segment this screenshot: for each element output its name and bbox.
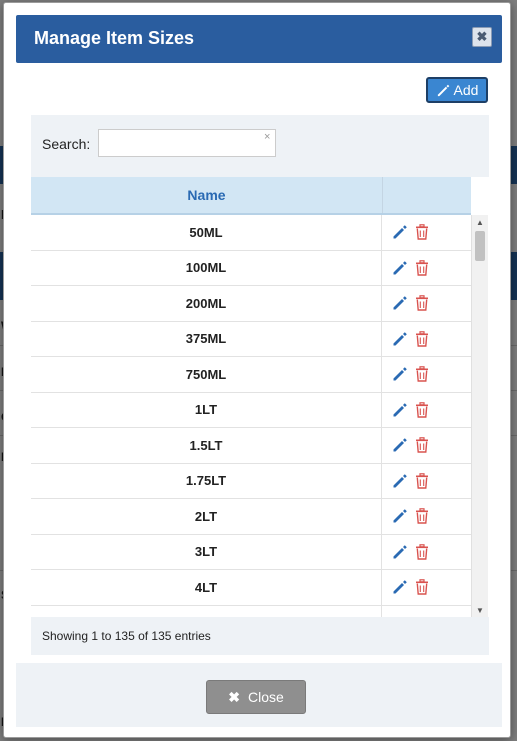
dialog-title: Manage Item Sizes: [34, 28, 195, 48]
search-input[interactable]: [98, 129, 276, 157]
search-clear-icon[interactable]: ×: [264, 131, 270, 143]
row-actions: [382, 570, 471, 605]
search-bar: Search: ×: [31, 115, 489, 177]
table-body: 50ML 100ML 200ML 375ML 750ML 1LT 1.5LT 1…: [31, 215, 489, 617]
pencil-icon[interactable]: [392, 544, 408, 560]
table-row: 4LT: [31, 570, 471, 606]
table-row: 375ML: [31, 321, 471, 357]
pencil-icon[interactable]: [392, 224, 408, 240]
trash-icon[interactable]: [414, 259, 430, 276]
size-name-cell: 1.5LT: [31, 428, 382, 463]
table-row: [31, 605, 471, 618]
row-actions: [382, 322, 471, 357]
size-name-cell: 200ML: [31, 286, 382, 321]
size-name-cell: 50ML: [31, 215, 382, 250]
row-actions: [382, 251, 471, 286]
scrollbar-thumb[interactable]: [475, 231, 485, 261]
close-button-label: Close: [247, 689, 284, 705]
close-icon: ✖: [228, 688, 240, 705]
dialog-header: Manage Item Sizes ✖: [16, 15, 502, 63]
pencil-icon[interactable]: [392, 437, 408, 453]
trash-icon[interactable]: [414, 224, 430, 240]
trash-icon[interactable]: [414, 295, 430, 311]
manage-item-sizes-dialog: Manage Item Sizes ✖ Add Search: × Name 5…: [3, 2, 511, 738]
size-name-cell: 2LT: [31, 499, 382, 534]
pencil-icon[interactable]: [392, 579, 408, 595]
size-name-cell: 1LT: [31, 392, 382, 427]
scroll-up-arrow-icon[interactable]: ▲: [472, 215, 488, 229]
table-row: 200ML: [31, 286, 471, 322]
row-actions: [382, 393, 471, 428]
table-row: 100ML: [31, 250, 471, 286]
table-row: 1.75LT: [31, 463, 471, 499]
size-name-cell: [31, 605, 382, 617]
table-header: Name: [31, 177, 471, 215]
size-name-cell: 4LT: [31, 570, 382, 605]
item-sizes-table-panel: Search: × Name 50ML 100ML 200ML 375ML 75…: [31, 115, 489, 655]
row-actions: [382, 215, 471, 250]
size-name-cell: 375ML: [31, 321, 382, 356]
size-name-cell: 100ML: [31, 250, 382, 285]
scroll-down-arrow-icon[interactable]: ▼: [472, 603, 488, 617]
column-header-actions: [382, 177, 471, 213]
table-row: 1.5LT: [31, 428, 471, 464]
trash-icon[interactable]: [414, 366, 430, 382]
entries-info: Showing 1 to 135 of 135 entries: [42, 629, 211, 643]
table-row: 1LT: [31, 392, 471, 428]
table-info-bar: Showing 1 to 135 of 135 entries: [31, 617, 489, 655]
size-name-cell: 3LT: [31, 534, 382, 569]
trash-icon[interactable]: [414, 437, 430, 453]
table-row: 50ML: [31, 215, 471, 251]
pencil-icon[interactable]: [392, 473, 408, 489]
column-header-name[interactable]: Name: [31, 177, 383, 213]
row-actions: [382, 606, 471, 618]
pencil-icon[interactable]: [392, 260, 408, 276]
row-actions: [382, 535, 471, 570]
close-button[interactable]: ✖ Close: [206, 680, 306, 714]
table-row: 3LT: [31, 534, 471, 570]
search-label: Search:: [42, 136, 91, 152]
trash-icon[interactable]: [414, 543, 430, 560]
trash-icon[interactable]: [414, 330, 430, 347]
size-name-cell: 1.75LT: [31, 463, 382, 498]
close-icon: ✖: [476, 29, 488, 44]
pencil-icon[interactable]: [392, 366, 408, 382]
table-scrollbar[interactable]: ▲ ▼: [471, 215, 488, 617]
row-actions: [382, 464, 471, 499]
row-actions: [382, 357, 471, 392]
trash-icon[interactable]: [414, 508, 430, 524]
dialog-close-button[interactable]: ✖: [472, 27, 492, 47]
add-button[interactable]: Add: [426, 77, 488, 103]
pencil-icon[interactable]: [392, 402, 408, 418]
add-button-label: Add: [453, 82, 479, 98]
pencil-icon[interactable]: [392, 295, 408, 311]
pencil-icon: [437, 84, 449, 96]
pencil-icon[interactable]: [392, 331, 408, 347]
row-actions: [382, 499, 471, 534]
row-actions: [382, 428, 471, 463]
trash-icon[interactable]: [414, 472, 430, 489]
dialog-footer: ✖ Close: [16, 663, 502, 727]
trash-icon[interactable]: [414, 401, 430, 418]
table-row: 2LT: [31, 499, 471, 535]
trash-icon[interactable]: [414, 579, 430, 595]
size-name-cell: 750ML: [31, 357, 382, 392]
row-actions: [382, 286, 471, 321]
pencil-icon[interactable]: [392, 508, 408, 524]
table-row: 750ML: [31, 357, 471, 393]
